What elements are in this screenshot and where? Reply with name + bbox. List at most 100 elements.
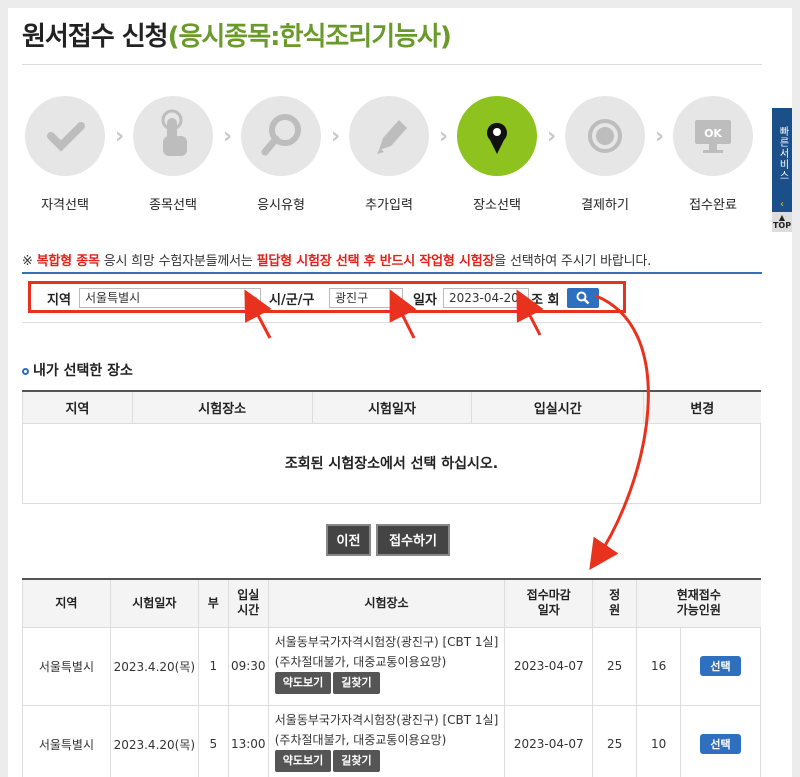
chevron-right-icon: › (331, 124, 341, 149)
chevron-right-icon: › (547, 124, 557, 149)
search-filter-box: 지역 서울특별시 ⌵ 시/군/구 광진구 ⌵ 일자 2023-04-20 ⌵ 조 회 (28, 281, 626, 313)
submit-button[interactable]: 접수하기 (376, 524, 450, 556)
selected-place-table: 지역 시험장소 시험일자 입실시간 변경 조회된 시험장소에서 선택 하십시오. (22, 390, 761, 504)
step-subject: 종목선택 (128, 96, 218, 213)
chevron-down-icon: ⌵ (390, 291, 399, 304)
column-header: 시험일자 (109, 578, 199, 628)
search-divider (22, 322, 762, 323)
chevron-right-icon: › (439, 124, 449, 149)
magnifier-icon (261, 114, 301, 156)
date-label: 일자 (413, 293, 437, 308)
chevron-right-icon: › (223, 124, 233, 149)
quick-service-bar: 빠른서비스 ‹ ▲ TOP (772, 108, 792, 232)
route-button[interactable]: 길찾기 (333, 671, 380, 694)
cell-time: 09:30 (227, 626, 269, 706)
chevron-right-icon: › (115, 124, 125, 149)
cell-part: 1 (197, 626, 229, 706)
step-label: 응시유형 (257, 198, 305, 213)
bullet-icon (22, 367, 29, 375)
collapse-icon[interactable]: ‹ (772, 198, 792, 212)
query-label: 조 회 (531, 293, 560, 308)
step-qualification: 자격선택 (20, 96, 110, 213)
step-label: 접수완료 (689, 198, 737, 213)
map-button[interactable]: 약도보기 (274, 749, 332, 772)
won-coin-icon (588, 119, 622, 153)
cell-deadline: 2023-04-07 (504, 704, 594, 777)
column-header: 지역 (22, 390, 133, 424)
place-text: 서울동부국가자격시험장(광진구) [CBT 1실](주차절대불가, 대중교통이용… (274, 712, 499, 747)
selected-place-heading: 내가 선택한 장소 (22, 360, 133, 380)
cell-part: 5 (197, 704, 229, 777)
cell-region: 서울특별시 (22, 704, 111, 777)
svg-text:OK: OK (704, 127, 722, 140)
city-select[interactable]: 광진구 ⌵ (329, 288, 403, 308)
date-select[interactable]: 2023-04-20 ⌵ (443, 288, 529, 308)
chevron-down-icon: ⌵ (248, 291, 257, 304)
column-header: 시험장소 (131, 390, 313, 424)
search-icon (576, 291, 590, 305)
page-title: 원서접수 신청(응시종목:한식조리기능사) (22, 16, 452, 53)
table-row: 서울특별시 2023.4.20(목) 5 13:00 서울동부국가자격시험장(광… (22, 704, 761, 777)
cell-select: 선택 (680, 704, 761, 777)
step-location: 장소선택 (452, 96, 542, 213)
region-label: 지역 (47, 293, 71, 308)
page-title-main: 원서접수 신청 (22, 22, 169, 52)
place-text: 서울동부국가자격시험장(광진구) [CBT 1실](주차절대불가, 대중교통이용… (274, 634, 499, 669)
step-label: 자격선택 (41, 198, 89, 213)
ok-monitor-icon: OK (695, 120, 731, 153)
step-payment: 결제하기 (560, 96, 650, 213)
cell-place: 서울동부국가자격시험장(광진구) [CBT 1실](주차절대불가, 대중교통이용… (267, 704, 506, 777)
route-button[interactable]: 길찾기 (333, 749, 380, 772)
search-button[interactable] (567, 288, 599, 308)
page: 원서접수 신청(응시종목:한식조리기능사) 자격선택 › 종목선택 › 응시유형… (8, 8, 792, 777)
column-header: 시험일자 (311, 390, 472, 424)
exam-place-table: 지역 시험일자 부 입실 시간 시험장소 접수마감 일자 정 원 현재접수 가능… (22, 578, 761, 777)
empty-message: 조회된 시험장소에서 선택 하십시오. (22, 422, 761, 504)
cell-capacity: 25 (592, 704, 638, 777)
column-header: 시험장소 (267, 578, 505, 628)
step-label: 종목선택 (149, 198, 197, 213)
column-header: 현재접수 가능인원 (636, 578, 761, 628)
cell-select: 선택 (680, 626, 761, 706)
step-label: 장소선택 (473, 198, 521, 213)
select-button[interactable]: 선택 (700, 656, 741, 676)
cell-available: 16 (636, 626, 682, 706)
notice-divider (22, 272, 762, 274)
chevron-down-icon: ⌵ (516, 289, 525, 307)
cell-place: 서울동부국가자격시험장(광진구) [CBT 1실](주차절대불가, 대중교통이용… (267, 626, 506, 706)
prev-button[interactable]: 이전 (326, 524, 371, 556)
notice-text: ※ 복합형 종목 응시 희망 수험자분들께서는 필답형 시험장 선택 후 반드시… (22, 254, 652, 269)
table-header-row: 지역 시험일자 부 입실 시간 시험장소 접수마감 일자 정 원 현재접수 가능… (22, 578, 761, 628)
table-row: 조회된 시험장소에서 선택 하십시오. (22, 422, 761, 504)
step-extra-input: 추가입력 (344, 96, 434, 213)
step-exam-type: 응시유형 (236, 96, 326, 213)
cell-capacity: 25 (592, 626, 638, 706)
quick-service-button[interactable]: 빠른서비스 (772, 108, 792, 198)
page-title-sub: (응시종목:한식조리기능사) (167, 22, 452, 52)
table-header-row: 지역 시험장소 시험일자 입실시간 변경 (22, 390, 761, 424)
step-complete: OK 접수완료 (668, 96, 758, 213)
step-indicator: 자격선택 › 종목선택 › 응시유형 › 추가입력 › 장소선택 › 결제하기 … (20, 96, 760, 216)
location-pin-icon (487, 122, 507, 154)
column-header: 부 (197, 578, 229, 628)
step-label: 추가입력 (365, 198, 413, 213)
region-select[interactable]: 서울특별시 ⌵ (79, 288, 261, 308)
column-header: 입실 시간 (227, 578, 269, 628)
cell-deadline: 2023-04-07 (504, 626, 594, 706)
column-header: 정 원 (592, 578, 637, 628)
step-label: 결제하기 (581, 198, 629, 213)
cell-region: 서울특별시 (22, 626, 111, 706)
touch-icon (161, 109, 187, 156)
select-button[interactable]: 선택 (700, 734, 741, 754)
cell-date: 2023.4.20(목) (109, 626, 199, 706)
cell-available: 10 (636, 704, 682, 777)
check-icon (47, 122, 85, 152)
column-header: 지역 (22, 578, 111, 628)
table-row: 서울특별시 2023.4.20(목) 1 09:30 서울동부국가자격시험장(광… (22, 626, 761, 706)
cell-date: 2023.4.20(목) (109, 704, 199, 777)
column-header: 접수마감 일자 (504, 578, 593, 628)
scroll-top-button[interactable]: ▲ TOP (772, 212, 792, 232)
pencil-icon (377, 120, 407, 154)
column-header: 변경 (643, 390, 761, 424)
map-button[interactable]: 약도보기 (274, 671, 332, 694)
